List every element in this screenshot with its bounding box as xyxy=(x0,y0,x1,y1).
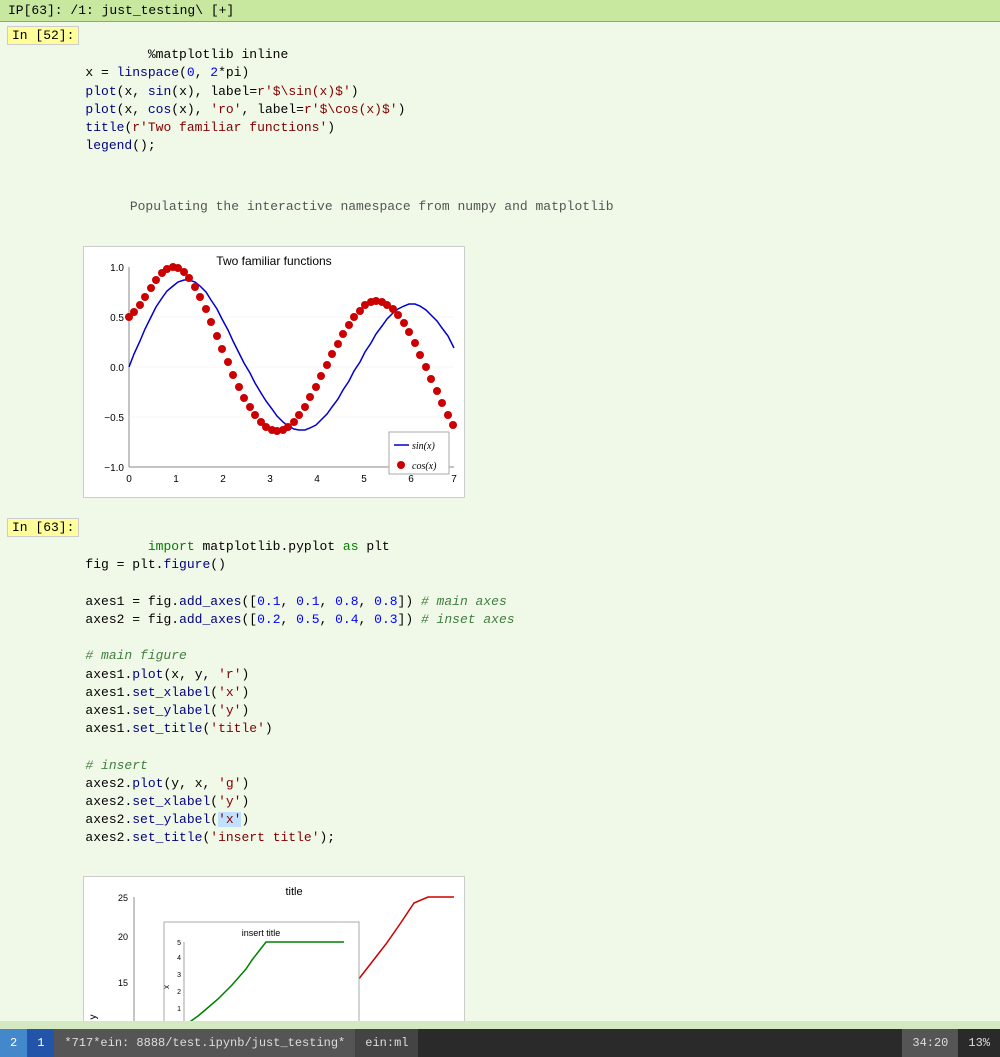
code-line: axes2 = fig.add_axes([0.2, 0.5, 0.4, 0.3… xyxy=(85,612,514,627)
inset-ytick: 3 xyxy=(177,972,181,979)
status-bar: 2 1 * 717 *ein: 8888/test.ipynb/just_tes… xyxy=(0,1029,1000,1057)
chart1-title: Two familiar functions xyxy=(216,254,331,268)
main-ylabel: y xyxy=(88,1014,99,1019)
code-line: x = linspace(0, 2*pi) xyxy=(85,65,249,80)
notebook: In [52]: %matplotlib inline x = linspace… xyxy=(0,22,1000,1021)
inset-ytick: 5 xyxy=(177,940,181,947)
status-percent: 13% xyxy=(958,1029,1000,1057)
inset-ylabel: x xyxy=(162,985,171,989)
status-file-info: * 717 *ein: 8888/test.ipynb/just_testing… xyxy=(54,1029,355,1057)
status-mode: ein:ml xyxy=(355,1029,418,1057)
chart2-main-title: title xyxy=(285,886,302,898)
code-line: axes2.set_title('insert title'); xyxy=(85,830,335,845)
xtick: 4 xyxy=(314,474,320,485)
cell-label-63: In [63]: xyxy=(7,518,79,537)
cell-code-52[interactable]: %matplotlib inline x = linspace(0, 2*pi)… xyxy=(85,26,1000,176)
xtick: 2 xyxy=(220,474,226,485)
ytick: −1.0 xyxy=(104,463,124,474)
main-ytick: 20 xyxy=(118,932,128,942)
xtick: 5 xyxy=(361,474,367,485)
main-ytick: 15 xyxy=(118,978,128,988)
code-line: title(r'Two familiar functions') xyxy=(85,120,335,135)
legend-cos-label: cos(x) xyxy=(412,461,437,472)
inset-ytick: 1 xyxy=(177,1006,181,1013)
chart1-container: Two familiar functions 1.0 0.5 0.0 −0.5 … xyxy=(83,246,465,498)
legend-sin-label: sin(x) xyxy=(412,441,435,452)
xtick: 0 xyxy=(126,474,132,485)
code-line: import matplotlib.pyplot as plt xyxy=(148,539,390,554)
ytick: 0.0 xyxy=(110,363,124,374)
code-line: axes1.set_ylabel('y') xyxy=(85,703,249,718)
chart2-svg: title 0 5 10 15 20 25 0 1 2 3 4 xyxy=(84,877,464,1021)
xtick: 6 xyxy=(408,474,414,485)
inset-ytick: 4 xyxy=(177,955,181,962)
cell-63: In [63]: import matplotlib.pyplot as plt… xyxy=(0,514,1000,1021)
code-line: axes2.set_ylabel('x') xyxy=(85,812,249,827)
status-position: 34:20 xyxy=(902,1029,958,1057)
legend-cos-dot xyxy=(397,461,405,469)
code-line: plot(x, cos(x), 'ro', label=r'$\cos(x)$'… xyxy=(85,102,405,117)
code-line: axes2.plot(y, x, 'g') xyxy=(85,776,249,791)
code-line: # insert xyxy=(85,758,147,773)
code-line: axes1.set_xlabel('x') xyxy=(85,685,249,700)
ytick: 0.5 xyxy=(110,313,124,324)
code-line: legend(); xyxy=(85,138,155,153)
inset-title: insert title xyxy=(242,928,281,938)
inset-ytick: 2 xyxy=(177,989,181,996)
cell-code-63[interactable]: import matplotlib.pyplot as plt fig = pl… xyxy=(85,518,1000,868)
cell-output-52: Populating the interactive namespace fro… xyxy=(3,176,1000,239)
code-line: # main figure xyxy=(85,648,186,663)
code-line: axes1 = fig.add_axes([0.1, 0.1, 0.8, 0.8… xyxy=(85,594,506,609)
status-num2: 1 xyxy=(27,1029,54,1057)
code-line: %matplotlib inline xyxy=(148,47,288,62)
xtick: 1 xyxy=(173,474,179,485)
main-ytick: 25 xyxy=(118,893,128,903)
xtick: 3 xyxy=(267,474,273,485)
xtick: 7 xyxy=(451,474,457,485)
status-num1: 2 xyxy=(0,1029,27,1057)
code-line: axes1.set_title('title') xyxy=(85,721,272,736)
ytick: 1.0 xyxy=(110,263,124,274)
cell-label-52: In [52]: xyxy=(7,26,79,45)
code-line: axes2.set_xlabel('y') xyxy=(85,794,249,809)
code-line: fig = plt.figure() xyxy=(85,557,225,572)
cell-52: In [52]: %matplotlib inline x = linspace… xyxy=(0,22,1000,514)
chart1-svg: Two familiar functions 1.0 0.5 0.0 −0.5 … xyxy=(84,247,464,497)
ytick: −0.5 xyxy=(104,413,124,424)
code-line: plot(x, sin(x), label=r'$\sin(x)$') xyxy=(85,84,358,99)
code-line: axes1.plot(x, y, 'r') xyxy=(85,667,249,682)
chart2-container: title 0 5 10 15 20 25 0 1 2 3 4 xyxy=(83,876,465,1021)
title-text: IP[63]: /1: just_testing\ [+] xyxy=(8,3,234,18)
cell-in-63: In [63]: import matplotlib.pyplot as plt… xyxy=(3,518,1000,868)
cell-in-52: In [52]: %matplotlib inline x = linspace… xyxy=(3,26,1000,176)
title-bar: IP[63]: /1: just_testing\ [+] xyxy=(0,0,1000,22)
